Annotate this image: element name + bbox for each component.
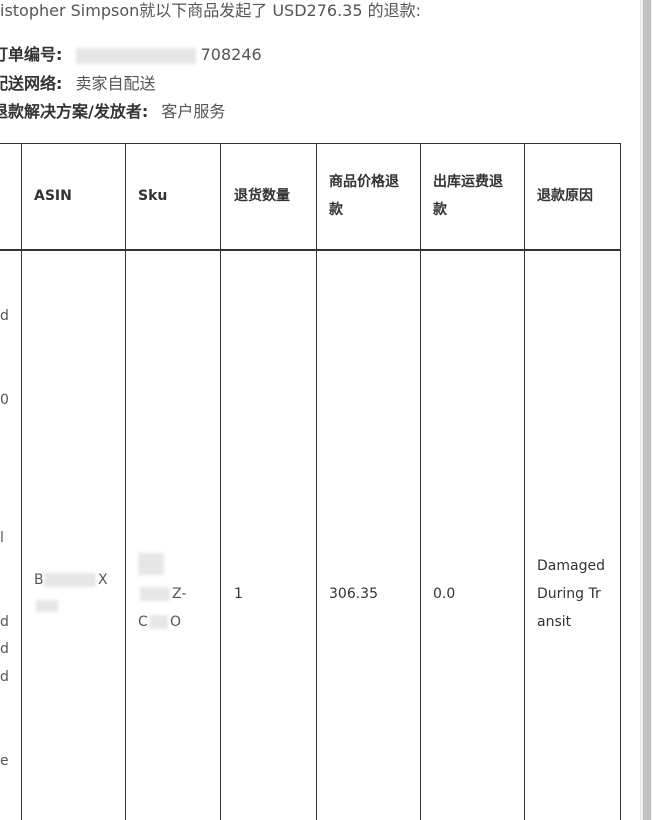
outbound-shipping-refund-value: 0.0: [433, 586, 456, 602]
clipped-text-fragment: e: [0, 753, 9, 769]
sku-fragment: C: [138, 614, 148, 630]
asin-fragment: X: [98, 572, 108, 588]
redacted-asin: [36, 600, 58, 612]
table-border-top: [0, 143, 621, 144]
refund-initiator-label: 退款解决方案/发放者:: [0, 102, 149, 121]
col-divider: [316, 143, 317, 820]
col-divider: [524, 143, 525, 820]
delivery-network-row: 配送网络: 卖家自配送: [0, 73, 156, 95]
asin-fragment: B: [34, 572, 44, 588]
redacted-order-number: [75, 47, 196, 64]
header-return-qty: 退货数量: [234, 188, 290, 204]
clipped-text-fragment: d: [0, 614, 9, 630]
return-qty-value: 1: [234, 586, 243, 602]
redacted-asin: [44, 573, 96, 587]
refund-initiator-value: 客户服务: [161, 102, 226, 121]
col-divider: [125, 143, 126, 820]
redacted-sku: [138, 553, 164, 575]
order-number-label: 订单编号:: [0, 45, 63, 64]
clipped-text-fragment: d: [0, 641, 9, 657]
refund-reason-value: Damaged During Transit: [537, 558, 605, 630]
redacted-sku: [140, 587, 170, 601]
product-price-refund-value: 306.35: [329, 586, 378, 602]
header-outbound-shipping-refund: 出库运费退款: [433, 174, 503, 218]
redacted-sku: [150, 615, 168, 629]
table-header-divider: [0, 249, 621, 251]
header-refund-reason: 退款原因: [537, 188, 593, 204]
col-divider: [21, 143, 22, 820]
refund-initiator-row: 退款解决方案/发放者: 客户服务: [0, 101, 225, 123]
order-number-row: 订单编号: 708246: [0, 44, 262, 66]
header-asin: ASIN: [34, 188, 72, 204]
clipped-text-fragment: 0: [0, 392, 9, 408]
col-divider: [220, 143, 221, 820]
header-product-price-refund: 商品价格退款: [329, 174, 399, 218]
col-divider: [420, 143, 421, 820]
header-sku: Sku: [138, 188, 168, 204]
delivery-network-value: 卖家自配送: [75, 74, 156, 93]
clipped-text-fragment: d: [0, 308, 9, 324]
clipped-text-fragment: d: [0, 669, 9, 685]
clipped-text-fragment: l: [0, 530, 4, 546]
delivery-network-label: 配送网络:: [0, 74, 63, 93]
table-border-right: [620, 143, 621, 820]
scrollbar-thumb[interactable]: [643, 0, 651, 820]
sku-fragment: O: [170, 614, 182, 630]
sku-fragment: Z-: [172, 586, 187, 602]
refund-sentence: istopher Simpson就以下商品发起了 USD276.35 的退款:: [0, 1, 421, 20]
order-number-suffix: 708246: [200, 45, 262, 64]
